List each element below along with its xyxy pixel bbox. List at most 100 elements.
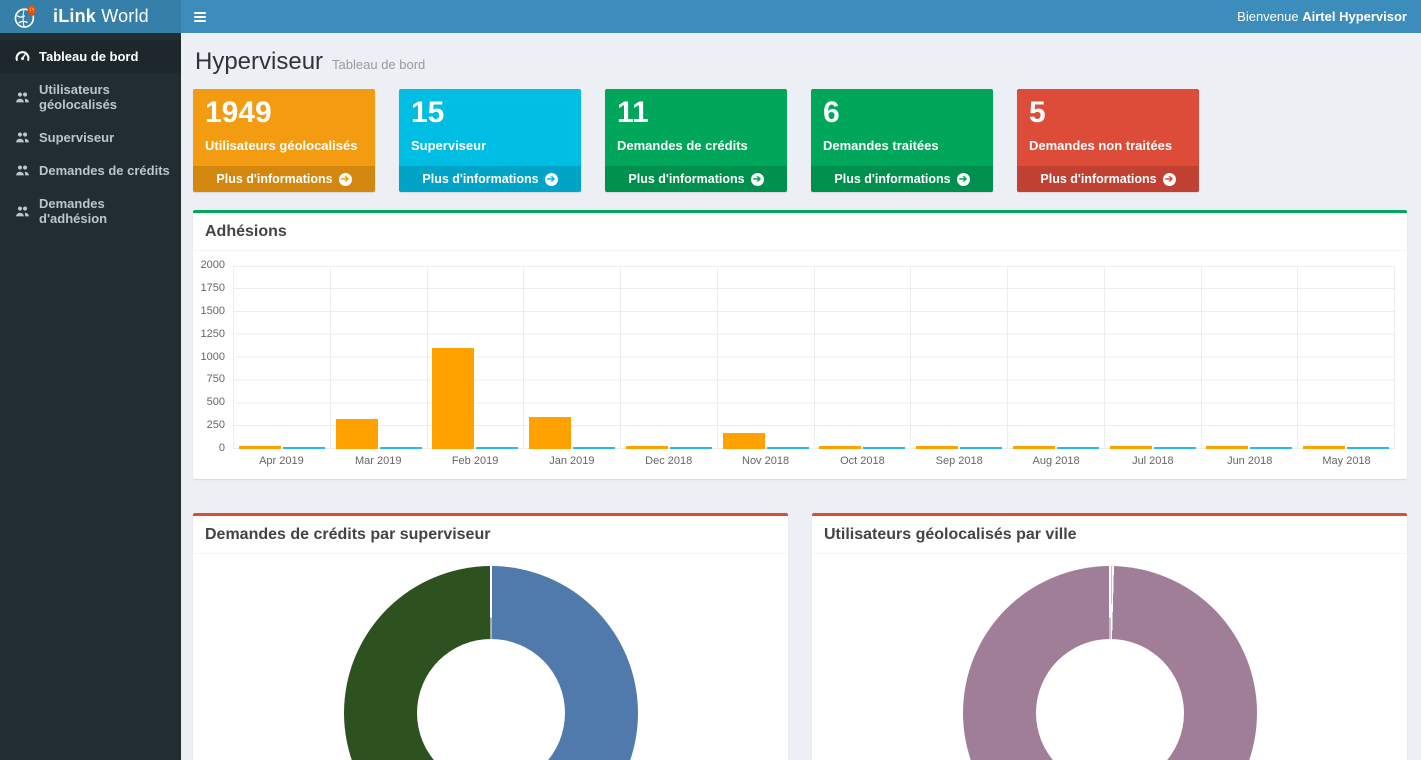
stat-card-demandes-traitees: 6 Demandes traitées Plus d'informations … bbox=[811, 89, 993, 192]
stat-card-demandes-non-traitees: 5 Demandes non traitées Plus d'informati… bbox=[1017, 89, 1199, 192]
brand-name: iLink World bbox=[53, 6, 149, 27]
welcome-prefix: Bienvenue bbox=[1237, 9, 1298, 24]
bar-adhesions-orange bbox=[239, 446, 281, 449]
stat-label: Superviseur bbox=[411, 138, 569, 153]
sidebar-toggle-button[interactable] bbox=[181, 0, 219, 33]
users-icon bbox=[15, 130, 30, 145]
bar-adhesions-cyan bbox=[1154, 447, 1196, 449]
y-tick-label: 0 bbox=[219, 442, 225, 454]
more-info-link[interactable]: Plus d'informations ➔ bbox=[193, 166, 375, 192]
welcome-message: Bienvenue Airtel Hypervisor bbox=[1237, 9, 1421, 24]
bar-group bbox=[524, 266, 621, 449]
bar-adhesions-orange bbox=[723, 433, 765, 449]
sidebar-item-label: Demandes de crédits bbox=[39, 163, 170, 178]
bar-group bbox=[911, 266, 1008, 449]
stat-label: Demandes non traitées bbox=[1029, 138, 1187, 153]
bar-group bbox=[233, 266, 331, 449]
stat-value: 1949 bbox=[205, 96, 363, 131]
sidebar-item-demandes-de-credits[interactable]: Demandes de crédits bbox=[0, 154, 181, 187]
x-tick-label: Feb 2019 bbox=[427, 455, 524, 467]
users-icon bbox=[15, 90, 30, 105]
bar-chart-plot bbox=[233, 266, 1395, 449]
x-tick-label: Mar 2019 bbox=[330, 455, 427, 467]
users-by-city-card: Utilisateurs géolocalisés par ville bbox=[812, 513, 1407, 760]
welcome-username: Airtel Hypervisor bbox=[1302, 9, 1407, 24]
x-tick-label: Apr 2019 bbox=[233, 455, 330, 467]
dashboard-icon bbox=[15, 49, 30, 64]
arrow-circle-right-icon: ➔ bbox=[339, 173, 352, 186]
stat-card-utilisateurs-geolocalises: 1949 Utilisateurs géolocalisés Plus d'in… bbox=[193, 89, 375, 192]
more-info-link[interactable]: Plus d'informations ➔ bbox=[399, 166, 581, 192]
bar-adhesions-orange bbox=[1206, 446, 1248, 449]
bar-adhesions-cyan bbox=[960, 447, 1002, 449]
y-tick-label: 750 bbox=[207, 373, 225, 385]
bar-group bbox=[1202, 266, 1299, 449]
bar-group bbox=[1008, 266, 1105, 449]
top-header: $ iLink World Bienvenue Airtel Hyperviso… bbox=[0, 0, 1421, 33]
stat-card-demandes-credits: 11 Demandes de crédits Plus d'informatio… bbox=[605, 89, 787, 192]
stat-label: Demandes traitées bbox=[823, 138, 981, 153]
page-subtitle: Tableau de bord bbox=[332, 57, 425, 72]
sidebar-nav: Tableau de bord Utilisateurs géolocalisé… bbox=[0, 33, 181, 760]
bar-adhesions-orange bbox=[529, 417, 571, 449]
bar-adhesions-orange bbox=[336, 419, 378, 449]
x-tick-label: Jun 2018 bbox=[1201, 455, 1298, 467]
y-tick-label: 500 bbox=[207, 396, 225, 408]
users-icon bbox=[15, 204, 30, 219]
y-tick-label: 1750 bbox=[201, 282, 225, 294]
x-tick-label: Jan 2019 bbox=[523, 455, 620, 467]
y-tick-label: 1500 bbox=[201, 305, 225, 317]
arrow-circle-right-icon: ➔ bbox=[545, 173, 558, 186]
y-tick-label: 1000 bbox=[201, 351, 225, 363]
bar-adhesions-cyan bbox=[283, 447, 325, 449]
bar-adhesions-cyan bbox=[1250, 447, 1292, 449]
sidebar-item-utilisateurs-geolocalises[interactable]: Utilisateurs géolocalisés bbox=[0, 73, 181, 121]
credits-by-supervisor-donut bbox=[344, 566, 638, 760]
arrow-circle-right-icon: ➔ bbox=[751, 173, 764, 186]
bar-adhesions-orange bbox=[819, 446, 861, 449]
credits-by-supervisor-title: Demandes de crédits par superviseur bbox=[193, 516, 788, 554]
sidebar-item-tableau-de-bord[interactable]: Tableau de bord bbox=[0, 40, 181, 73]
sidebar-item-demandes-adhesion[interactable]: Demandes d'adhésion bbox=[0, 187, 181, 235]
bar-group bbox=[621, 266, 718, 449]
stat-cards-row: 1949 Utilisateurs géolocalisés Plus d'in… bbox=[193, 89, 1407, 192]
stat-card-superviseur: 15 Superviseur Plus d'informations ➔ bbox=[399, 89, 581, 192]
stat-value: 11 bbox=[617, 96, 775, 131]
sidebar-item-label: Tableau de bord bbox=[39, 49, 138, 64]
sidebar-item-label: Superviseur bbox=[39, 130, 114, 145]
x-tick-label: Sep 2018 bbox=[911, 455, 1008, 467]
y-tick-label: 250 bbox=[207, 419, 225, 431]
hamburger-icon bbox=[194, 12, 206, 14]
bar-adhesions-cyan bbox=[1057, 447, 1099, 449]
page-header: Hyperviseur Tableau de bord bbox=[195, 48, 1405, 76]
bar-group bbox=[1298, 266, 1395, 449]
more-info-link[interactable]: Plus d'informations ➔ bbox=[605, 166, 787, 192]
bar-adhesions-cyan bbox=[1347, 447, 1389, 449]
bar-adhesions-orange bbox=[432, 348, 474, 449]
bar-adhesions-cyan bbox=[380, 447, 422, 449]
globe-pin-logo-icon: $ bbox=[13, 3, 39, 30]
app-logo[interactable]: $ iLink World bbox=[0, 0, 181, 33]
bar-adhesions-orange bbox=[1303, 446, 1345, 449]
x-tick-label: Jul 2018 bbox=[1104, 455, 1201, 467]
adhesions-chart-card: Adhésions 025050075010001250150017502000… bbox=[193, 210, 1407, 479]
stat-value: 5 bbox=[1029, 96, 1187, 131]
stat-value: 6 bbox=[823, 96, 981, 131]
x-tick-label: Nov 2018 bbox=[717, 455, 814, 467]
stat-value: 15 bbox=[411, 96, 569, 131]
credits-by-supervisor-card: Demandes de crédits par superviseur bbox=[193, 513, 788, 760]
bar-group bbox=[428, 266, 525, 449]
x-tick-label: Dec 2018 bbox=[620, 455, 717, 467]
brand-name-bold: iLink bbox=[53, 6, 96, 26]
x-tick-label: Oct 2018 bbox=[814, 455, 911, 467]
sidebar-item-superviseur[interactable]: Superviseur bbox=[0, 121, 181, 154]
users-by-city-donut bbox=[963, 566, 1257, 760]
bar-adhesions-orange bbox=[1013, 446, 1055, 449]
bar-adhesions-orange bbox=[1110, 446, 1152, 449]
more-info-link[interactable]: Plus d'informations ➔ bbox=[1017, 166, 1199, 192]
bar-group bbox=[718, 266, 815, 449]
top-navbar: Bienvenue Airtel Hypervisor bbox=[181, 0, 1421, 33]
x-tick-label: May 2018 bbox=[1298, 455, 1395, 467]
y-tick-label: 1250 bbox=[201, 328, 225, 340]
more-info-link[interactable]: Plus d'informations ➔ bbox=[811, 166, 993, 192]
